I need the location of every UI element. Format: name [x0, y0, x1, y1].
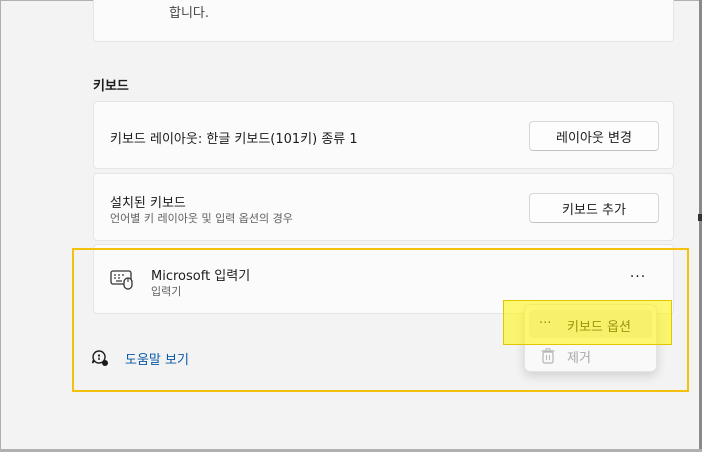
keyboard-layout-label: 키보드 레이아웃: 한글 키보드(101키) 종류 1 [110, 132, 358, 147]
menu-item-keyboard-options[interactable]: ··· 키보드 옵션 [529, 310, 652, 338]
menu-item-remove[interactable]: 제거 [529, 341, 652, 369]
info-card: 합니다. [93, 0, 674, 42]
installed-keyboards-label: 설치된 키보드 [110, 196, 186, 211]
menu-item-keyboard-options-label: 키보드 옵션 [567, 320, 631, 335]
context-menu: ··· 키보드 옵션 제거 [524, 304, 657, 372]
info-text: 합니다. [169, 6, 210, 21]
change-layout-button[interactable]: 레이아웃 변경 [529, 121, 659, 151]
help-link[interactable]: 도움말 보기 [125, 349, 189, 368]
window-left-border [0, 0, 1, 452]
microsoft-ime-type: 입력기 [151, 285, 182, 298]
installed-keyboards-description: 언어별 키 레이아웃 및 입력 옵션의 경우 [110, 212, 293, 225]
more-icon: ··· [539, 316, 552, 331]
add-keyboard-button[interactable]: 키보드 추가 [529, 193, 659, 223]
keyboard-icon [110, 270, 133, 290]
resize-handle-mark [698, 214, 702, 221]
section-title-keyboard: 키보드 [93, 79, 129, 94]
menu-item-remove-label: 제거 [567, 351, 591, 366]
help-icon [91, 350, 108, 366]
trash-icon [541, 348, 555, 364]
installed-keyboards-row: 설치된 키보드 언어별 키 레이아웃 및 입력 옵션의 경우 키보드 추가 [93, 173, 674, 241]
more-options-button[interactable]: ··· [626, 269, 650, 285]
microsoft-ime-name: Microsoft 입력기 [151, 269, 251, 284]
keyboard-layout-row: 키보드 레이아웃: 한글 키보드(101키) 종류 1 레이아웃 변경 [93, 101, 674, 169]
